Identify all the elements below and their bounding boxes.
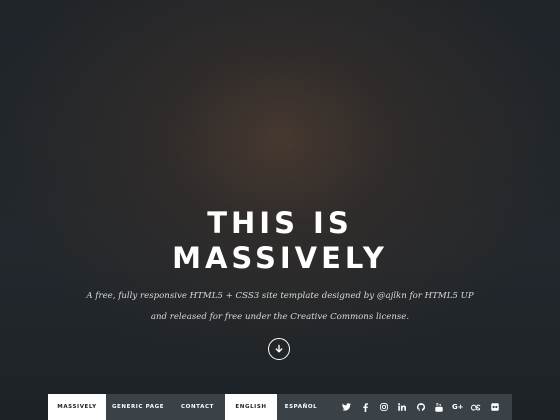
intro-section: THIS IS MASSIVELY A free, fully responsi… bbox=[0, 206, 560, 328]
intro-description-line-2: and released for free under the Creative… bbox=[150, 312, 410, 322]
nav-link-massively[interactable]: MASSIVELY bbox=[48, 394, 106, 420]
intro-title: THIS IS MASSIVELY bbox=[0, 206, 560, 276]
intro-description-line-1: A free, fully responsive HTML5 + CSS3 si… bbox=[86, 291, 474, 301]
intro-title-line-1: THIS IS bbox=[207, 206, 353, 240]
linkedin-icon[interactable] bbox=[393, 394, 412, 420]
github-icon[interactable] bbox=[412, 394, 431, 420]
main-nav: MASSIVELY GENERIC PAGE CONTACT ENGLISH E… bbox=[48, 394, 512, 420]
flickr-icon[interactable] bbox=[486, 394, 505, 420]
nav-link-generic-page[interactable]: GENERIC PAGE bbox=[106, 394, 170, 420]
scroll-down-button[interactable] bbox=[268, 338, 290, 360]
twitter-icon[interactable] bbox=[338, 394, 357, 420]
lastfm-icon[interactable] bbox=[467, 394, 486, 420]
social-icons: G+ bbox=[338, 394, 513, 420]
nav-link-espanol[interactable]: ESPAÑOL bbox=[277, 394, 325, 420]
nav-link-english[interactable]: ENGLISH bbox=[225, 394, 277, 420]
arrow-down-icon bbox=[275, 344, 283, 353]
instagram-icon[interactable] bbox=[375, 394, 394, 420]
intro-description: A free, fully responsive HTML5 + CSS3 si… bbox=[0, 286, 560, 328]
intro-title-line-2: MASSIVELY bbox=[172, 241, 388, 275]
google-plus-icon[interactable]: G+ bbox=[449, 394, 468, 420]
youtube-icon[interactable] bbox=[430, 394, 449, 420]
google-plus-icon-text: G+ bbox=[451, 402, 464, 411]
facebook-icon[interactable] bbox=[356, 394, 375, 420]
nav-link-contact[interactable]: CONTACT bbox=[170, 394, 225, 420]
